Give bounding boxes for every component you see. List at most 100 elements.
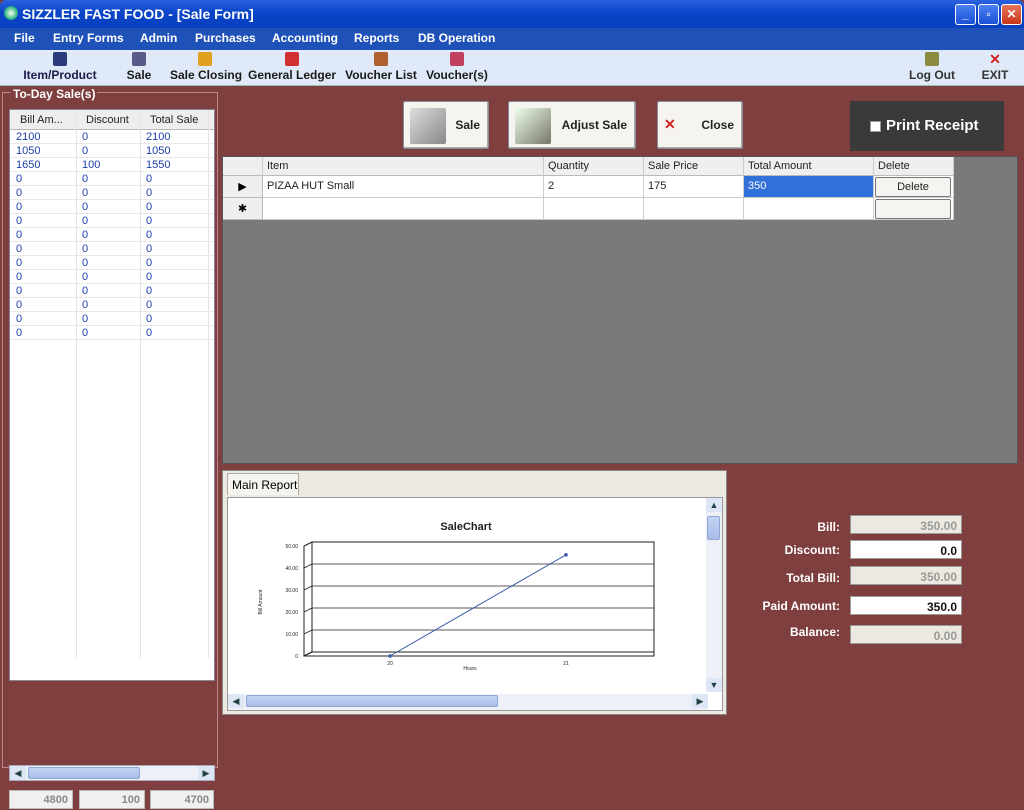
list-item[interactable]: 0 0 0 <box>10 270 214 284</box>
total-sale-cell: 0 <box>146 201 153 213</box>
list-item[interactable]: 0 0 0 <box>10 312 214 326</box>
col-discount[interactable]: Discount <box>86 114 129 126</box>
menu-db-operation[interactable]: DB Operation <box>418 31 495 45</box>
total-bill-amount: 4800 <box>9 790 73 809</box>
scroll-left-icon[interactable]: ◀ <box>10 766 26 780</box>
exit-button[interactable]: ✕ EXIT <box>978 52 1012 82</box>
report-hscroll-thumb[interactable] <box>246 695 498 707</box>
col-total-sale[interactable]: Total Sale <box>150 114 198 126</box>
menu-reports[interactable]: Reports <box>354 31 399 45</box>
general-ledger-button[interactable]: General Ledger <box>248 52 336 82</box>
new-total-cell[interactable] <box>744 198 874 220</box>
new-item-cell[interactable] <box>263 198 544 220</box>
sale-action-button[interactable]: Sale <box>403 101 489 149</box>
discount-cell: 0 <box>82 327 89 339</box>
list-item[interactable]: 0 0 0 <box>10 228 214 242</box>
sale-closing-button[interactable]: Sale Closing <box>170 52 242 82</box>
scroll-right-icon[interactable]: ▶ <box>198 766 214 780</box>
price-cell[interactable]: 175 <box>644 176 744 198</box>
voucher-list-button[interactable]: Voucher List <box>345 52 417 82</box>
list-item[interactable]: 0 0 0 <box>10 172 214 186</box>
report-hscroll[interactable]: ◀ ▶ <box>228 694 708 710</box>
adjust-sale-button[interactable]: Adjust Sale <box>508 101 636 149</box>
menu-entry-forms[interactable]: Entry Forms <box>53 31 124 45</box>
close-window-button[interactable]: ✕ <box>1001 4 1022 25</box>
menu-file[interactable]: File <box>14 31 35 45</box>
col-bill-amount[interactable]: Bill Am... <box>20 114 63 126</box>
today-sales-rows: 2100 0 2100 1050 0 1050 1650 100 1550 0 0 0 0 0 0 0 0 0 0 0… <box>10 130 214 340</box>
bill-panel: Bill: 350.00 Discount: 0.0 Total Bill: 3… <box>740 510 1020 650</box>
bill-amount-cell: 0 <box>16 187 23 199</box>
item-product-button[interactable]: Item/Product <box>20 52 100 82</box>
today-sales-grid[interactable]: Bill Am... Discount Total Sale 2100 0 2100… <box>9 109 215 681</box>
today-sales-legend: To-Day Sale(s) <box>11 87 98 101</box>
col-sale-price[interactable]: Sale Price <box>644 157 744 176</box>
discount-cell: 0 <box>82 243 89 255</box>
close-button[interactable]: ✕ Close <box>657 101 743 149</box>
tab-main-report[interactable]: Main Report <box>227 473 299 495</box>
list-item[interactable]: 0 0 0 <box>10 256 214 270</box>
delete-row-button[interactable]: Delete <box>875 177 951 197</box>
log-out-button[interactable]: Log Out <box>908 52 956 82</box>
delete-cell: Delete <box>874 176 954 198</box>
new-row-marker[interactable]: ✱ <box>223 198 263 220</box>
today-sales-hscroll[interactable]: ◀ ▶ <box>9 765 215 781</box>
list-item[interactable]: 0 0 0 <box>10 284 214 298</box>
list-item[interactable]: 0 0 0 <box>10 326 214 340</box>
menu-accounting[interactable]: Accounting <box>272 31 338 45</box>
menu-purchases[interactable]: Purchases <box>195 31 256 45</box>
list-item[interactable]: 2100 0 2100 <box>10 130 214 144</box>
list-item[interactable]: 1050 0 1050 <box>10 144 214 158</box>
discount-cell: 0 <box>82 187 89 199</box>
sale-items-grid[interactable]: Item Quantity Sale Price Total Amount De… <box>222 156 1018 464</box>
y-tick-label: 40.00 <box>285 566 298 572</box>
col-total-amount[interactable]: Total Amount <box>744 157 874 176</box>
report-vscroll-thumb[interactable] <box>707 516 720 540</box>
total-sale-cell: 0 <box>146 229 153 241</box>
product-icon <box>53 52 67 66</box>
database-icon <box>410 108 446 144</box>
maximize-button[interactable]: ▫ <box>978 4 999 25</box>
scroll-thumb[interactable] <box>28 767 140 779</box>
item-cell[interactable]: PIZAA HUT Small <box>263 176 544 198</box>
new-price-cell[interactable] <box>644 198 744 220</box>
col-item[interactable]: Item <box>263 157 544 176</box>
list-item[interactable]: 0 0 0 <box>10 298 214 312</box>
bill-amount-cell: 0 <box>16 271 23 283</box>
y-axis-label: Bill Amount <box>258 589 264 615</box>
discount-field[interactable]: 0.0 <box>850 540 962 559</box>
discount-cell: 0 <box>82 201 89 213</box>
toolbar: Item/Product Sale Sale Closing General L… <box>0 50 1024 86</box>
y-tick-label: 50.00 <box>285 544 298 550</box>
bill-amount-cell: 0 <box>16 299 23 311</box>
list-item[interactable]: 0 0 0 <box>10 242 214 256</box>
vouchers-button[interactable]: Voucher(s) <box>425 52 489 82</box>
list-item[interactable]: 0 0 0 <box>10 214 214 228</box>
list-item[interactable]: 1650 100 1550 <box>10 158 214 172</box>
col-quantity[interactable]: Quantity <box>544 157 644 176</box>
menu-admin[interactable]: Admin <box>140 31 177 45</box>
minimize-button[interactable]: _ <box>955 4 976 25</box>
report-scroll-left-icon[interactable]: ◀ <box>228 694 244 708</box>
sale-chart: SaleChart 0 10.00 20.00 30.00 40.00 50.00 20 21 H… <box>258 521 655 672</box>
total-amount-cell[interactable]: 350 <box>744 176 874 198</box>
current-row-marker[interactable]: ▶ <box>223 176 263 198</box>
list-item[interactable]: 0 0 0 <box>10 186 214 200</box>
bill-amount-cell: 0 <box>16 327 23 339</box>
x-tick-label: 21 <box>563 661 569 667</box>
print-receipt-checkbox[interactable] <box>870 121 881 132</box>
print-receipt-label[interactable]: Print Receipt <box>886 117 979 134</box>
paid-amount-label: Paid Amount: <box>762 599 840 613</box>
report-scroll-right-icon[interactable]: ▶ <box>692 694 708 708</box>
list-item[interactable]: 0 0 0 <box>10 200 214 214</box>
quantity-cell[interactable]: 2 <box>544 176 644 198</box>
scroll-down-icon[interactable]: ▼ <box>706 678 722 692</box>
paid-amount-field[interactable]: 350.0 <box>850 596 962 615</box>
sale-button[interactable]: Sale <box>124 52 154 82</box>
col-delete[interactable]: Delete <box>874 157 954 176</box>
new-delete-button[interactable] <box>875 199 951 219</box>
title-bar: SIZZLER FAST FOOD - [Sale Form] _ ▫ ✕ <box>0 0 1024 28</box>
new-quantity-cell[interactable] <box>544 198 644 220</box>
scroll-up-icon[interactable]: ▲ <box>706 498 722 512</box>
report-vscroll[interactable]: ▲ ▼ <box>706 498 722 692</box>
